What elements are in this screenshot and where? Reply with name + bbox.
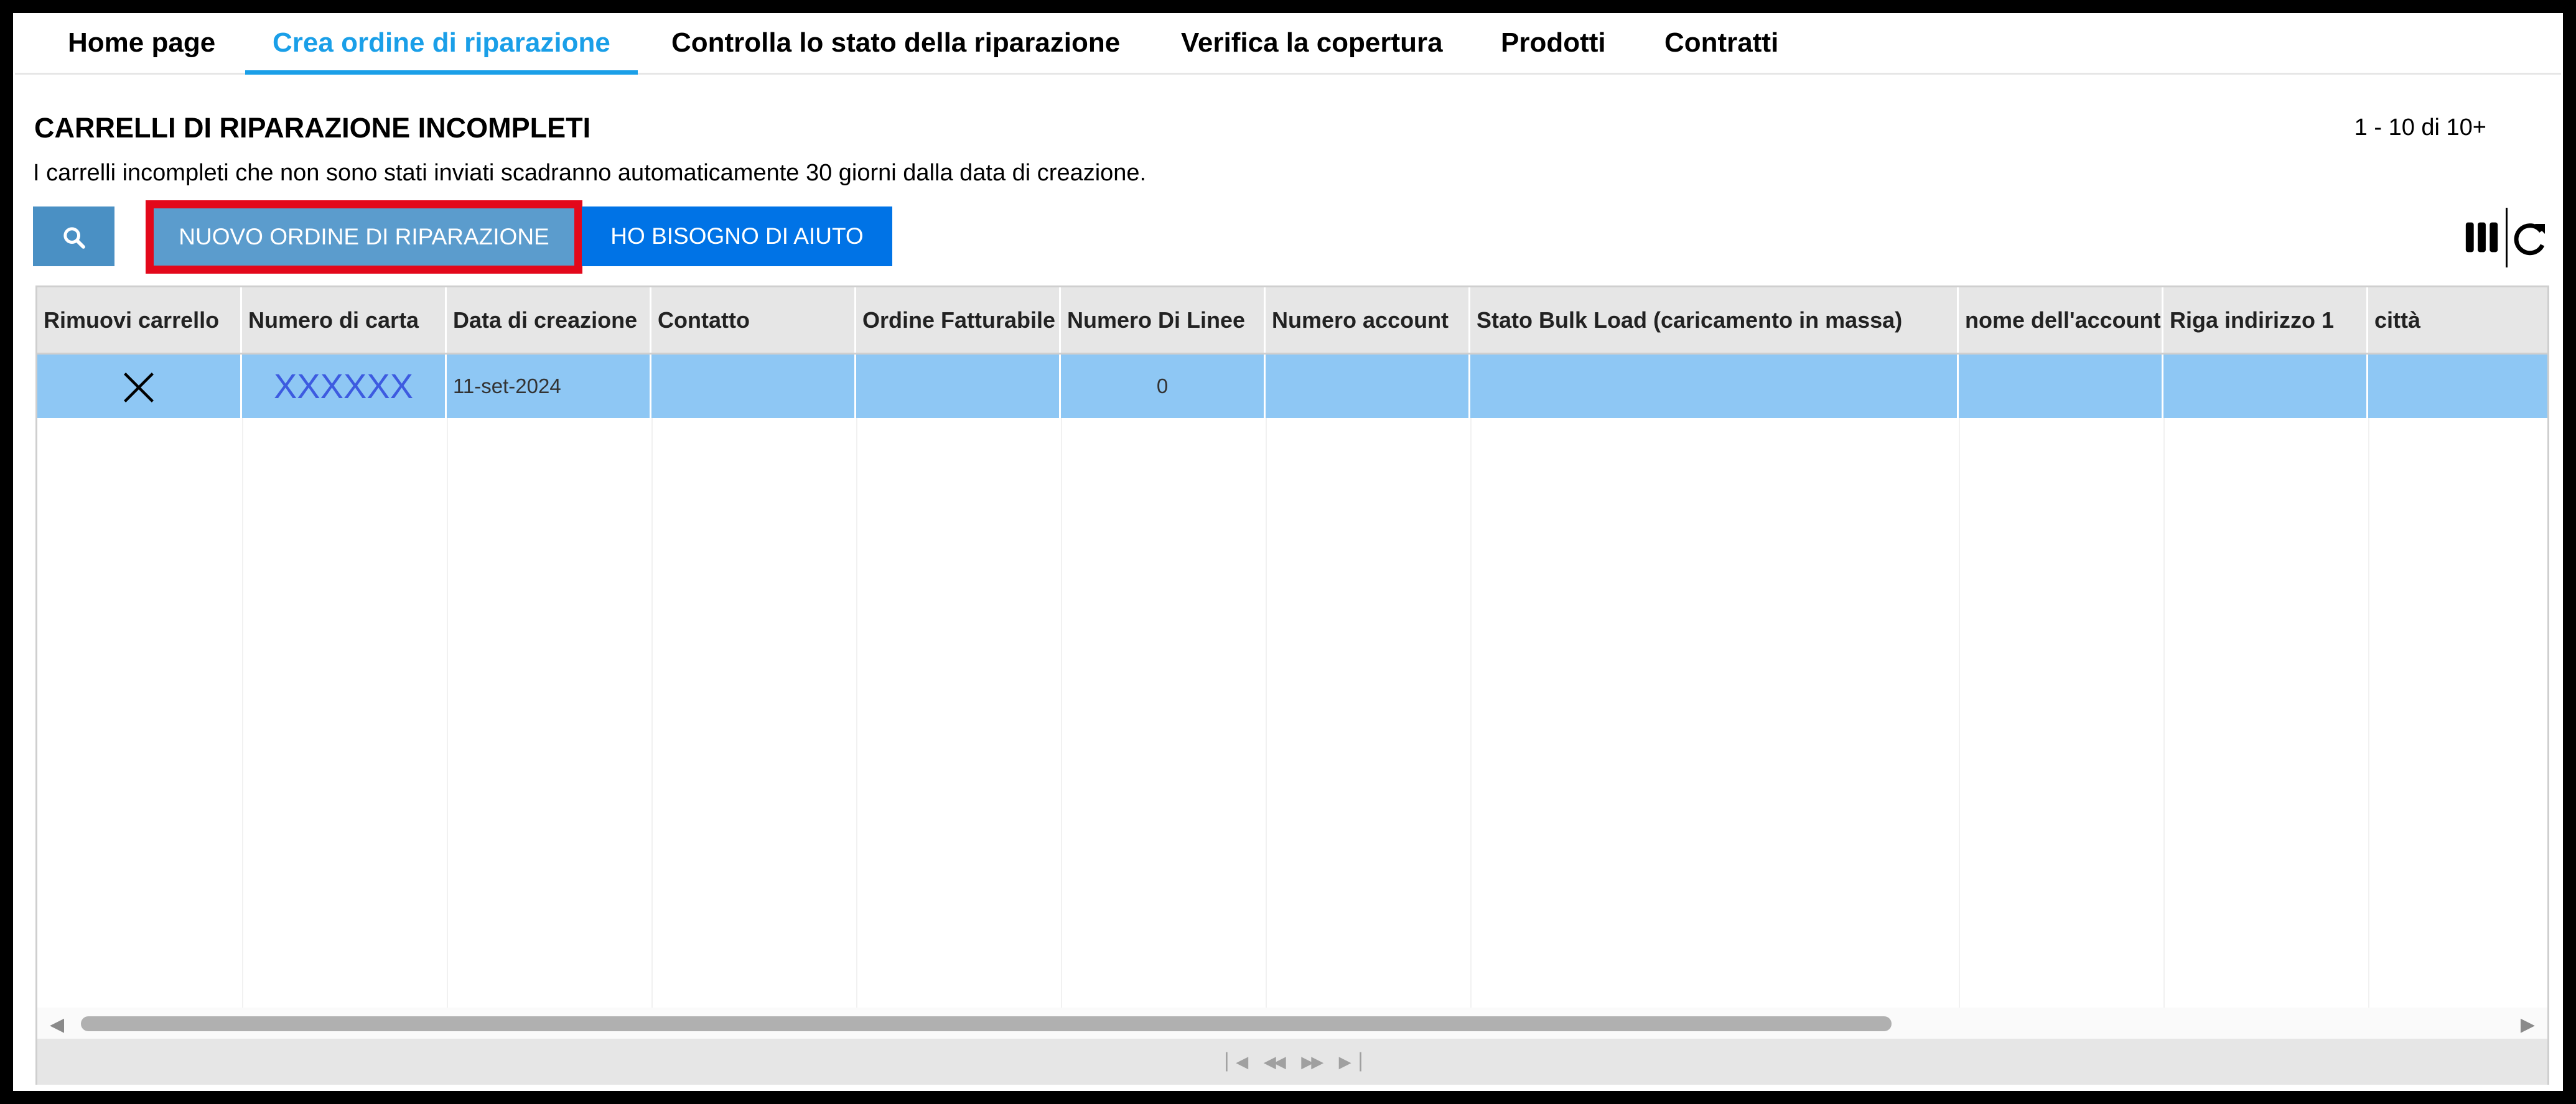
new-repair-order-button[interactable]: NUOVO ORDINE DI RIPARAZIONE xyxy=(154,208,574,266)
search-icon xyxy=(63,227,85,249)
previous-page-icon[interactable]: ◀◀ xyxy=(1264,1039,1286,1085)
column-divider xyxy=(856,418,857,1015)
tab-home-page[interactable]: Home page xyxy=(68,15,215,75)
column-header[interactable]: Numero Di Linee xyxy=(1061,287,1266,353)
column-header[interactable]: Rimuovi carrello xyxy=(37,287,242,353)
billable-order-cell xyxy=(856,355,1061,418)
column-divider xyxy=(2368,418,2369,1015)
account-number-cell xyxy=(1266,355,1470,418)
contact-cell xyxy=(651,355,856,418)
column-header[interactable]: Numero di carta xyxy=(242,287,447,353)
scroll-left-icon[interactable]: ◀ xyxy=(50,1014,64,1036)
line-count-cell: 0 xyxy=(1061,355,1266,418)
remove-cart-cell xyxy=(37,355,242,418)
column-divider xyxy=(2163,418,2165,1015)
refresh-icon[interactable] xyxy=(2511,220,2549,257)
next-page-icon[interactable]: ▶▶ xyxy=(1301,1039,1323,1085)
close-icon[interactable] xyxy=(121,370,156,405)
tab-contratti[interactable]: Contratti xyxy=(1664,15,1778,75)
table-row[interactable]: XXXXXX 11-set-2024 0 xyxy=(37,355,2547,418)
top-nav: Home page Crea ordine di riparazione Con… xyxy=(15,15,2561,75)
horizontal-scrollbar[interactable]: ◀ ▶ xyxy=(37,1008,2547,1039)
columns-icon[interactable] xyxy=(2465,220,2499,254)
column-divider xyxy=(1061,418,1062,1015)
tab-controlla-stato[interactable]: Controlla lo stato della riparazione xyxy=(671,15,1120,75)
first-page-icon[interactable]: ▏◀ xyxy=(1226,1039,1248,1085)
pagination-count: 1 - 10 di 10+ xyxy=(2354,114,2486,141)
scroll-right-icon[interactable]: ▶ xyxy=(2521,1014,2535,1036)
repair-carts-grid: Rimuovi carrello Numero di carta Data di… xyxy=(35,285,2549,1085)
card-number-cell: XXXXXX xyxy=(242,355,447,418)
new-repair-order-highlight: NUOVO ORDINE DI RIPARAZIONE xyxy=(146,200,582,274)
column-divider xyxy=(1266,418,1267,1015)
search-button[interactable] xyxy=(33,206,114,266)
card-number-link[interactable]: XXXXXX xyxy=(274,366,413,406)
column-header[interactable]: Contatto xyxy=(651,287,856,353)
column-divider xyxy=(651,418,653,1015)
page-description: I carrelli incompleti che non sono stati… xyxy=(33,160,1147,186)
column-header[interactable]: città xyxy=(2368,287,2547,353)
column-divider xyxy=(447,418,448,1015)
scrollbar-thumb[interactable] xyxy=(81,1016,1892,1031)
address-line-cell xyxy=(2163,355,2368,418)
column-divider xyxy=(1470,418,1472,1015)
column-header[interactable]: Riga indirizzo 1 xyxy=(2163,287,2368,353)
grid-header: Rimuovi carrello Numero di carta Data di… xyxy=(37,287,2547,355)
app-window: Home page Crea ordine di riparazione Con… xyxy=(13,13,2563,1091)
last-page-icon[interactable]: ▶▕ xyxy=(1339,1039,1361,1085)
page-title: CARRELLI DI RIPARAZIONE INCOMPLETI xyxy=(34,112,591,144)
column-header[interactable]: Data di creazione xyxy=(447,287,651,353)
column-header[interactable]: nome dell'account xyxy=(1959,287,2163,353)
column-divider xyxy=(242,418,243,1015)
account-name-cell xyxy=(1959,355,2163,418)
column-divider xyxy=(1959,418,1960,1015)
creation-date-cell: 11-set-2024 xyxy=(447,355,651,418)
toolbar-divider xyxy=(2506,208,2508,267)
pagination-bar: ▏◀ ◀◀ ▶▶ ▶▕ xyxy=(37,1039,2547,1085)
help-button[interactable]: HO BISOGNO DI AIUTO xyxy=(582,206,892,266)
tab-verifica-copertura[interactable]: Verifica la copertura xyxy=(1181,15,1443,75)
bulk-load-status-cell xyxy=(1470,355,1959,418)
column-header[interactable]: Ordine Fatturabile xyxy=(856,287,1061,353)
tab-prodotti[interactable]: Prodotti xyxy=(1501,15,1606,75)
city-cell xyxy=(2368,355,2547,418)
column-header[interactable]: Stato Bulk Load (caricamento in massa) xyxy=(1470,287,1959,353)
tab-crea-ordine[interactable]: Crea ordine di riparazione xyxy=(245,15,638,75)
column-header[interactable]: Numero account xyxy=(1266,287,1470,353)
